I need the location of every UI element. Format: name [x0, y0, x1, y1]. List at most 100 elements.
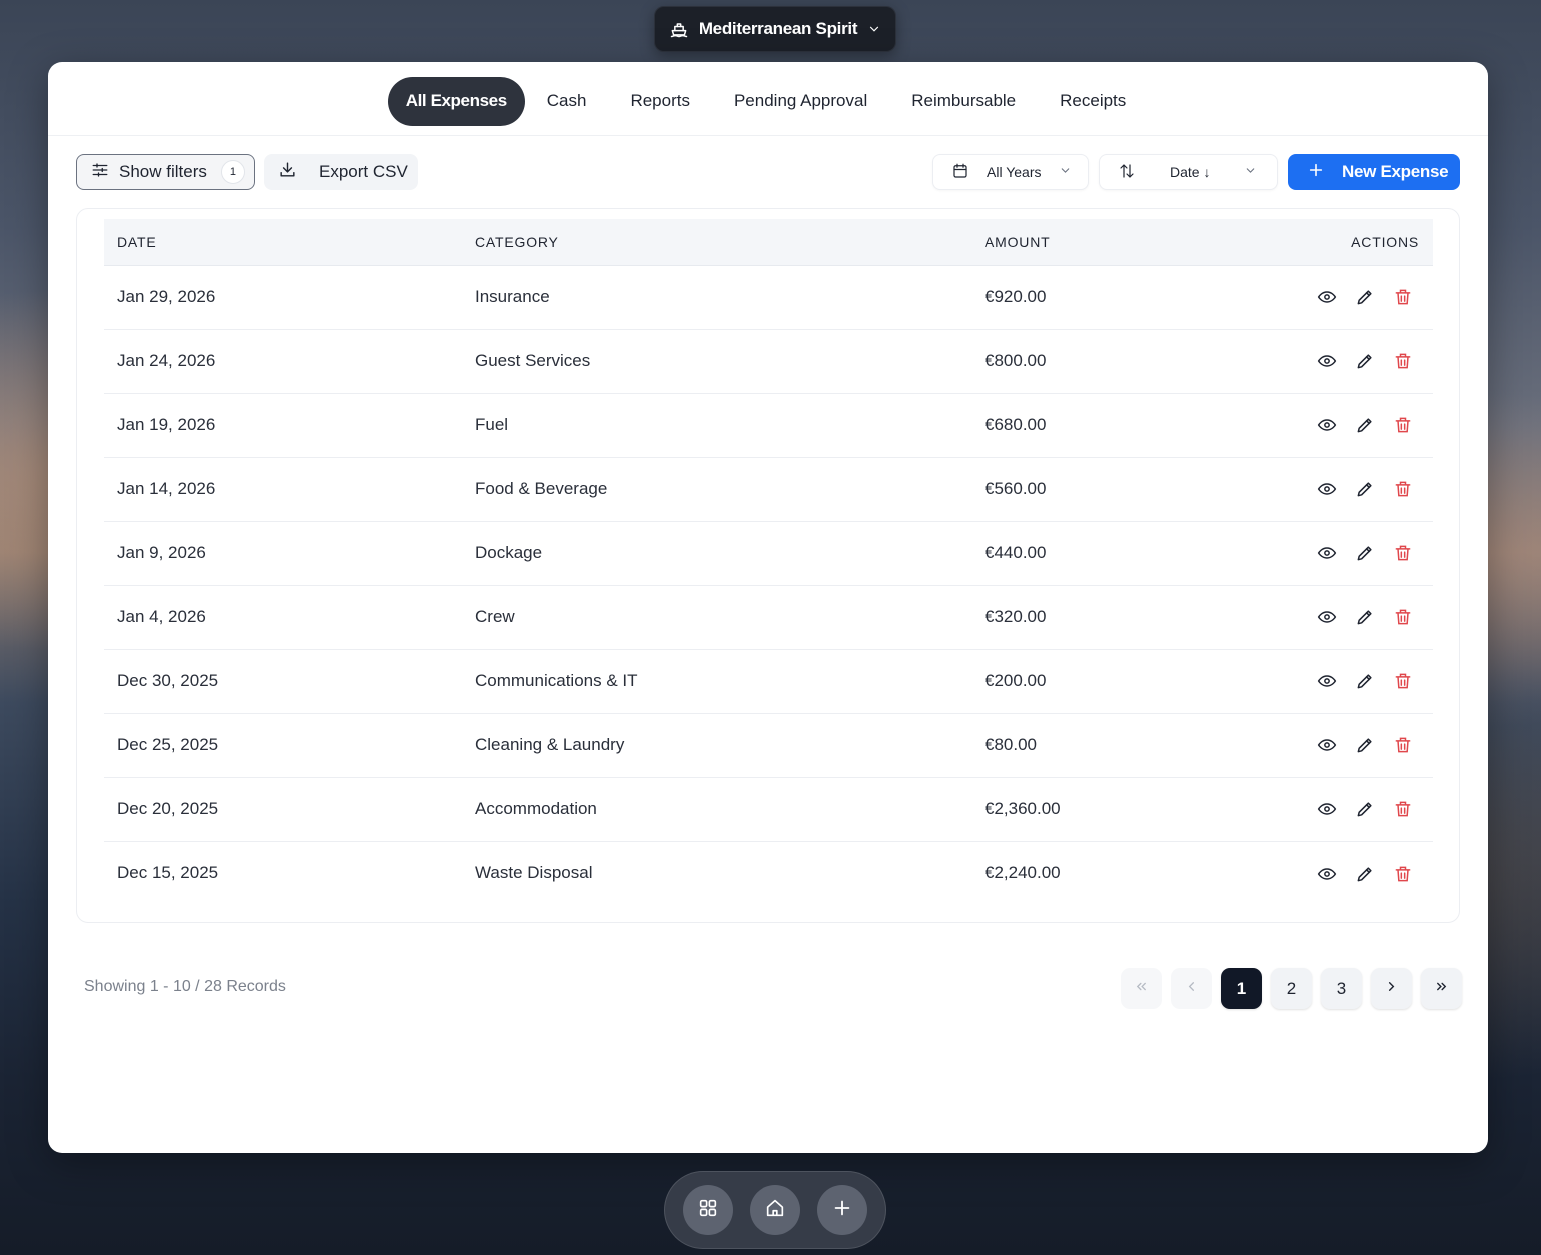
first-page-button[interactable] — [1121, 968, 1162, 1009]
page-button-3[interactable]: 3 — [1321, 968, 1362, 1009]
trash-icon[interactable] — [1393, 415, 1413, 435]
export-csv-label: Export CSV — [319, 162, 408, 181]
plus-icon — [831, 1197, 853, 1224]
trash-icon[interactable] — [1393, 607, 1413, 627]
tab-receipts[interactable]: Receipts — [1038, 77, 1148, 126]
add-button[interactable] — [817, 1185, 867, 1235]
pencil-icon[interactable] — [1355, 479, 1375, 499]
row-category: Crew — [475, 607, 515, 626]
column-header-category[interactable]: CATEGORY — [462, 219, 972, 266]
row-amount: €560.00 — [985, 479, 1047, 498]
show-filters-label: Show filters — [119, 162, 207, 181]
table-row: Dec 25, 2025 Cleaning & Laundry €80.00 — [104, 713, 1433, 777]
show-filters-button[interactable]: Show filters 1 — [76, 154, 255, 190]
row-category: Waste Disposal — [475, 863, 593, 883]
eye-icon[interactable] — [1317, 864, 1337, 884]
trash-icon[interactable] — [1393, 864, 1413, 884]
sort-select-value: Date ↓ — [1170, 164, 1211, 180]
sort-select[interactable]: Date ↓ — [1099, 154, 1278, 190]
eye-icon[interactable] — [1317, 415, 1337, 435]
trash-icon[interactable] — [1393, 351, 1413, 371]
tab-all-expenses[interactable]: All Expenses — [387, 76, 525, 126]
eye-icon[interactable] — [1317, 543, 1337, 563]
apps-button[interactable] — [683, 1185, 733, 1235]
tab-reports[interactable]: Reports — [608, 77, 712, 126]
last-page-button[interactable] — [1421, 968, 1462, 1009]
pencil-icon[interactable] — [1355, 864, 1375, 884]
pencil-icon[interactable] — [1355, 543, 1375, 563]
chevron-right-icon — [1384, 979, 1399, 999]
column-header-date[interactable]: DATE — [104, 219, 462, 266]
table-header-row: DATE CATEGORY AMOUNT ACTIONS — [104, 219, 1433, 266]
row-amount: €320.00 — [985, 607, 1047, 626]
filter-count-badge: 1 — [220, 160, 245, 184]
new-expense-button[interactable]: New Expense — [1288, 154, 1460, 190]
eye-icon[interactable] — [1317, 351, 1337, 371]
pencil-icon[interactable] — [1355, 735, 1375, 755]
pencil-icon[interactable] — [1355, 287, 1375, 307]
row-amount: €800.00 — [985, 351, 1047, 370]
grid-icon — [697, 1197, 719, 1224]
row-date: Jan 24, 2026 — [117, 351, 216, 370]
trash-icon[interactable] — [1393, 479, 1413, 499]
pencil-icon[interactable] — [1355, 351, 1375, 371]
trash-icon[interactable] — [1393, 671, 1413, 691]
sliders-icon — [91, 161, 109, 184]
eye-icon[interactable] — [1317, 607, 1337, 627]
row-date: Jan 4, 2026 — [117, 607, 206, 626]
table-row: Dec 15, 2025 Waste Disposal €2,240.00 — [104, 841, 1433, 905]
row-date: Jan 19, 2026 — [117, 415, 216, 434]
row-date: Dec 30, 2025 — [117, 671, 219, 690]
pencil-icon[interactable] — [1355, 671, 1375, 691]
row-amount: €2,240.00 — [985, 863, 1061, 883]
row-amount: €200.00 — [985, 671, 1047, 690]
eye-icon[interactable] — [1317, 671, 1337, 691]
eye-icon[interactable] — [1317, 735, 1337, 755]
next-page-button[interactable] — [1371, 968, 1412, 1009]
trash-icon[interactable] — [1393, 799, 1413, 819]
row-actions — [1252, 585, 1433, 649]
row-actions — [1252, 649, 1433, 713]
column-header-amount[interactable]: AMOUNT — [972, 219, 1252, 266]
bottom-dock — [664, 1171, 886, 1249]
trash-icon[interactable] — [1393, 543, 1413, 563]
chevrons-left-icon — [1134, 979, 1149, 999]
pencil-icon[interactable] — [1355, 607, 1375, 627]
row-category: Cleaning & Laundry — [475, 735, 625, 754]
eye-icon[interactable] — [1317, 479, 1337, 499]
trash-icon[interactable] — [1393, 735, 1413, 755]
expenses-table: DATE CATEGORY AMOUNT ACTIONS Jan 29, 202… — [104, 219, 1433, 905]
tab-reimbursable[interactable]: Reimbursable — [889, 77, 1038, 126]
prev-page-button[interactable] — [1171, 968, 1212, 1009]
tab-pending-approval[interactable]: Pending Approval — [712, 77, 889, 126]
row-category: Communications & IT — [475, 671, 638, 690]
table-row: Jan 29, 2026 Insurance €920.00 — [104, 265, 1433, 329]
trash-icon[interactable] — [1393, 287, 1413, 307]
year-select[interactable]: All Years — [932, 154, 1089, 190]
tab-cash[interactable]: Cash — [525, 77, 609, 126]
row-date: Jan 9, 2026 — [117, 543, 206, 562]
pencil-icon[interactable] — [1355, 415, 1375, 435]
row-actions — [1252, 393, 1433, 457]
plus-icon — [1308, 162, 1324, 183]
page-button-1[interactable]: 1 — [1221, 968, 1262, 1009]
chevron-down-icon — [1244, 164, 1257, 180]
eye-icon[interactable] — [1317, 287, 1337, 307]
row-actions — [1252, 521, 1433, 585]
row-actions — [1252, 713, 1433, 777]
row-actions — [1252, 457, 1433, 521]
home-button[interactable] — [750, 1185, 800, 1235]
column-header-actions: ACTIONS — [1252, 219, 1433, 266]
new-expense-label: New Expense — [1342, 162, 1449, 181]
table-row: Dec 30, 2025 Communications & IT €200.00 — [104, 649, 1433, 713]
vessel-picker[interactable]: Mediterranean Spirit — [654, 6, 896, 52]
row-category: Insurance — [475, 287, 550, 306]
eye-icon[interactable] — [1317, 799, 1337, 819]
pencil-icon[interactable] — [1355, 799, 1375, 819]
table-row: Jan 24, 2026 Guest Services €800.00 — [104, 329, 1433, 393]
page-button-2[interactable]: 2 — [1271, 968, 1312, 1009]
row-category: Food & Beverage — [475, 479, 608, 498]
row-actions — [1252, 265, 1433, 329]
row-amount: €920.00 — [985, 287, 1047, 306]
export-csv-button[interactable]: Export CSV — [264, 154, 418, 190]
